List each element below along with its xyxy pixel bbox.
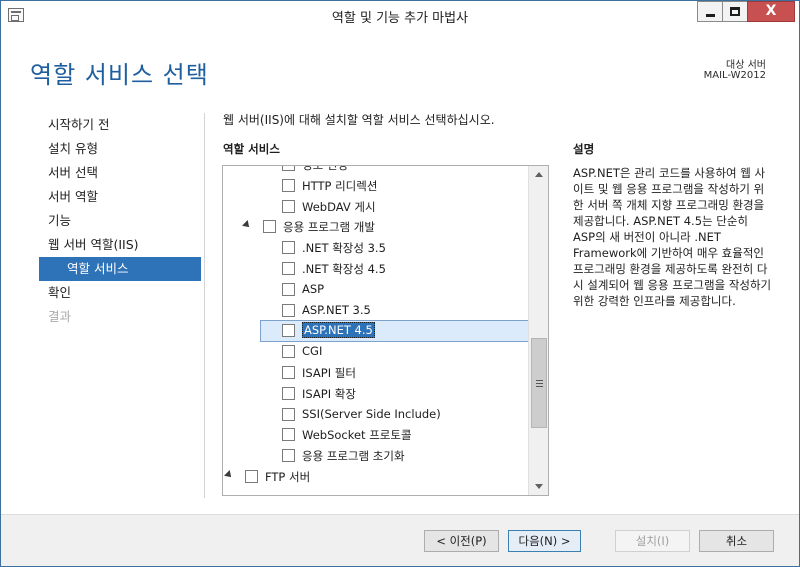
grip-icon bbox=[535, 379, 543, 387]
tree-item-label: ISAPI 확장 bbox=[302, 386, 356, 401]
title-bar[interactable]: 역할 및 기능 추가 마법사 X bbox=[1, 1, 799, 31]
tree-item-label: ASP.NET 4.5 bbox=[302, 322, 375, 339]
minimize-icon bbox=[705, 14, 715, 17]
checkbox[interactable] bbox=[263, 220, 276, 234]
tree-item-asp[interactable]: ASP bbox=[223, 279, 531, 300]
checkbox[interactable] bbox=[282, 166, 295, 171]
tree-item-ssi[interactable]: SSI(Server Side Include) bbox=[223, 404, 531, 425]
tree-item-url-redirect[interactable]: 경로 변경 bbox=[223, 165, 531, 175]
tree-item-label: ASP bbox=[302, 281, 325, 296]
scroll-down-button[interactable] bbox=[529, 478, 548, 495]
checkbox[interactable] bbox=[282, 428, 295, 442]
role-services-tree[interactable]: 경로 변경 HTTP 리디렉션 WebDAV 게시 응용 프로그램 개발 .NE… bbox=[222, 165, 549, 496]
tree-item-label: 응용 프로그램 초기화 bbox=[302, 449, 405, 464]
tree-item-label: .NET 확장성 3.5 bbox=[302, 241, 386, 256]
tree-item-label: CGI bbox=[302, 344, 323, 359]
checkbox[interactable] bbox=[282, 261, 295, 275]
tree-item-isapi-filters[interactable]: ISAPI 필터 bbox=[223, 362, 531, 383]
tree-item-net-extensibility-45[interactable]: .NET 확장성 4.5 bbox=[223, 258, 531, 279]
checkbox[interactable] bbox=[282, 241, 295, 255]
description-text: ASP.NET은 관리 코드를 사용하여 웹 사이트 및 웹 응용 프로그램을 … bbox=[573, 166, 772, 308]
wizard-footer: < 이전(P) 다음(N) > 설치(I) 취소 bbox=[1, 514, 799, 566]
tree-item-label: SSI(Server Side Include) bbox=[302, 406, 441, 421]
tree-item-label: 응용 프로그램 개발 bbox=[283, 220, 375, 235]
checkbox[interactable] bbox=[282, 199, 295, 213]
expand-collapse-icon[interactable] bbox=[242, 220, 252, 231]
maximize-button[interactable] bbox=[722, 1, 748, 22]
nav-divider bbox=[204, 113, 205, 498]
chevron-down-icon bbox=[534, 484, 543, 489]
nav-item-server-selection[interactable]: 서버 선택 bbox=[39, 161, 201, 185]
nav-item-web-server-role[interactable]: 웹 서버 역할(IIS) bbox=[39, 233, 201, 257]
tree-content: 경로 변경 HTTP 리디렉션 WebDAV 게시 응용 프로그램 개발 .NE… bbox=[223, 165, 532, 487]
tree-item-application-initialization[interactable]: 응용 프로그램 초기화 bbox=[223, 445, 531, 466]
page-title: 역할 서비스 선택 bbox=[30, 61, 209, 89]
role-services-heading: 역할 서비스 bbox=[223, 142, 280, 156]
maximize-icon bbox=[730, 7, 740, 16]
tree-item-label: HTTP 리디렉션 bbox=[302, 178, 378, 193]
nav-item-results: 결과 bbox=[48, 309, 72, 324]
target-server-label: 대상 서버 bbox=[726, 60, 766, 71]
checkbox[interactable] bbox=[282, 407, 295, 421]
nav-item-role-services[interactable]: 역할 서비스 bbox=[39, 257, 201, 281]
window-title: 역할 및 기능 추가 마법사 bbox=[331, 11, 469, 26]
checkbox[interactable] bbox=[245, 469, 258, 483]
tree-item-application-development[interactable]: 응용 프로그램 개발 bbox=[223, 216, 531, 237]
nav-item-server-roles[interactable]: 서버 역할 bbox=[39, 185, 201, 209]
tree-item-label: ASP.NET 3.5 bbox=[302, 302, 371, 317]
nav-item-before-you-begin[interactable]: 시작하기 전 bbox=[39, 113, 201, 137]
nav-item-installation-type[interactable]: 설치 유형 bbox=[39, 137, 201, 161]
tree-item-ftp-server[interactable]: FTP 서버 bbox=[223, 466, 531, 487]
tree-item-isapi-extensions[interactable]: ISAPI 확장 bbox=[223, 383, 531, 404]
description-heading: 설명 bbox=[573, 142, 595, 156]
wizard-nav: 시작하기 전 설치 유형 서버 선택 서버 역할 기능 웹 서버 역할(IIS)… bbox=[39, 113, 201, 329]
chevron-up-icon bbox=[534, 172, 543, 177]
cancel-button[interactable]: 취소 bbox=[699, 530, 774, 552]
checkbox[interactable] bbox=[282, 345, 295, 359]
tree-item-label: WebSocket 프로토콜 bbox=[302, 428, 412, 443]
checkbox[interactable] bbox=[282, 282, 295, 296]
tree-item-websocket-protocol[interactable]: WebSocket 프로토콜 bbox=[223, 424, 531, 445]
previous-button[interactable]: < 이전(P) bbox=[424, 530, 499, 552]
close-icon: X bbox=[765, 3, 777, 19]
tree-item-aspnet-35[interactable]: ASP.NET 3.5 bbox=[223, 300, 531, 321]
install-button: 설치(I) bbox=[615, 530, 690, 552]
checkbox[interactable] bbox=[282, 324, 295, 338]
nav-item-confirmation[interactable]: 확인 bbox=[39, 281, 201, 305]
scroll-up-button[interactable] bbox=[529, 166, 548, 183]
target-server-name: MAIL-W2012 bbox=[703, 70, 766, 81]
tree-item-http-redirect[interactable]: HTTP 리디렉션 bbox=[223, 175, 531, 196]
tree-item-label: .NET 확장성 4.5 bbox=[302, 261, 386, 276]
tree-scrollbar[interactable] bbox=[528, 166, 548, 495]
tree-item-net-extensibility-35[interactable]: .NET 확장성 3.5 bbox=[223, 237, 531, 258]
nav-item-features[interactable]: 기능 bbox=[39, 209, 201, 233]
wizard-window: 역할 및 기능 추가 마법사 X 역할 서비스 선택 대상 서버 MAIL-W2… bbox=[0, 0, 800, 567]
tree-item-label: FTP 서버 bbox=[265, 469, 311, 484]
expand-collapse-icon[interactable] bbox=[224, 470, 234, 480]
tree-item-aspnet-45[interactable]: ASP.NET 4.5 bbox=[223, 320, 532, 343]
next-button[interactable]: 다음(N) > bbox=[508, 530, 581, 552]
minimize-button[interactable] bbox=[697, 1, 723, 22]
checkbox[interactable] bbox=[282, 178, 295, 192]
checkbox[interactable] bbox=[282, 449, 295, 463]
tree-item-label: WebDAV 게시 bbox=[302, 199, 376, 214]
close-button[interactable]: X bbox=[747, 1, 795, 22]
tree-item-webdav-publishing[interactable]: WebDAV 게시 bbox=[223, 196, 531, 217]
checkbox[interactable] bbox=[282, 303, 295, 317]
tree-item-label: ISAPI 필터 bbox=[302, 365, 356, 380]
tree-item-cgi[interactable]: CGI bbox=[223, 341, 531, 362]
tree-item-label: 경로 변경 bbox=[302, 165, 348, 172]
checkbox[interactable] bbox=[282, 386, 295, 400]
scroll-thumb[interactable] bbox=[531, 338, 547, 428]
checkbox[interactable] bbox=[282, 365, 295, 379]
instruction-text: 웹 서버(IIS)에 대해 설치할 역할 서비스 선택하십시오. bbox=[223, 113, 495, 127]
